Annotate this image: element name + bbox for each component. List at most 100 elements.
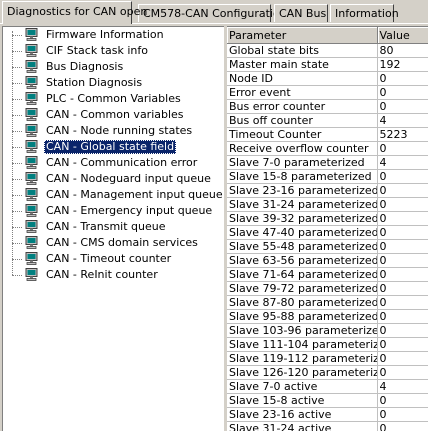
parameter-cell: Bus off counter bbox=[227, 113, 378, 128]
table-row[interactable]: Slave 7-0 active 4 bbox=[227, 379, 428, 394]
parameter-cell: Slave 23-16 active bbox=[227, 407, 378, 422]
table-row[interactable]: Bus error counter 0 bbox=[227, 99, 428, 114]
tree-item[interactable]: CAN - Node running states bbox=[12, 123, 217, 139]
tree-item[interactable]: CAN - Common variables bbox=[12, 107, 217, 123]
table-row[interactable]: Slave 111-104 parameterized 0 bbox=[227, 337, 428, 352]
parameter-cell: Slave 95-88 parameterized bbox=[227, 309, 378, 324]
table-row[interactable]: Slave 47-40 parameterized 0 bbox=[227, 225, 428, 240]
table-row[interactable]: Slave 23-16 parameterized 0 bbox=[227, 183, 428, 198]
computer-icon bbox=[25, 172, 38, 185]
tree-item[interactable]: Station Diagnosis bbox=[12, 75, 217, 91]
tree-branch-line bbox=[12, 115, 22, 116]
table-row[interactable]: Slave 15-8 active 0 bbox=[227, 393, 428, 408]
tree-item[interactable]: CAN - CMS domain services bbox=[12, 235, 217, 251]
computer-icon bbox=[25, 156, 38, 169]
tree-item[interactable]: CAN - Communication error bbox=[12, 155, 217, 171]
computer-icon bbox=[25, 108, 38, 121]
tree-branch-line bbox=[12, 227, 22, 228]
diagnostics-tree[interactable]: Firmware Information CIF Stack task info B… bbox=[2, 26, 224, 431]
tree-item[interactable]: PLC - Common Variables bbox=[12, 91, 217, 107]
table-row[interactable]: Master main state 192 bbox=[227, 57, 428, 72]
tab-information[interactable]: Information bbox=[330, 4, 399, 22]
header-row: Parameter Value bbox=[227, 27, 428, 44]
table-row[interactable]: Slave 79-72 parameterized 0 bbox=[227, 281, 428, 296]
value-cell: 0 bbox=[377, 281, 428, 296]
value-cell: 0 bbox=[377, 309, 428, 324]
value-cell: 0 bbox=[377, 253, 428, 268]
tree-item[interactable]: CAN - Global state field bbox=[12, 139, 217, 155]
value-cell: 0 bbox=[377, 351, 428, 366]
tree-item-label: PLC - Common Variables bbox=[46, 92, 181, 105]
tree-item-label: CAN - Emergency input queue bbox=[46, 204, 213, 217]
parameter-cell: Slave 31-24 active bbox=[227, 421, 378, 431]
table-row[interactable]: Slave 7-0 parameterized 4 bbox=[227, 155, 428, 170]
tree-item[interactable]: CAN - Emergency input queue bbox=[12, 203, 217, 219]
parameter-cell: Slave 39-32 parameterized bbox=[227, 211, 378, 226]
tree-item-label: CAN - Communication error bbox=[46, 156, 198, 169]
tree-branch-line bbox=[12, 179, 22, 180]
table-row[interactable]: Slave 119-112 parameterized 0 bbox=[227, 351, 428, 366]
tree-branch-line bbox=[12, 147, 22, 148]
table-row[interactable]: Receive overflow counter 0 bbox=[227, 141, 428, 156]
parameter-grid[interactable]: Parameter Value Global state bits 80 Maste… bbox=[227, 26, 428, 431]
parameter-cell: Slave 126-120 parameterized bbox=[227, 365, 378, 380]
tab-cm578-can-configuration[interactable]: CM578-CAN Configuration bbox=[138, 4, 287, 22]
parameter-cell: Bus error counter bbox=[227, 99, 378, 114]
tab-diagnostics-for-can-open[interactable]: Diagnostics for CAN open bbox=[2, 1, 147, 24]
computer-icon bbox=[25, 92, 38, 105]
tree-item[interactable]: CIF Stack task info bbox=[12, 43, 217, 59]
table-row[interactable]: Node ID 0 bbox=[227, 71, 428, 86]
table-row[interactable]: Slave 55-48 parameterized 0 bbox=[227, 239, 428, 254]
table-row[interactable]: Error event 0 bbox=[227, 85, 428, 100]
computer-icon bbox=[25, 236, 38, 249]
value-cell: 0 bbox=[377, 323, 428, 338]
tree-item[interactable]: CAN - ReInit counter bbox=[12, 267, 217, 283]
table-row[interactable]: Slave 71-64 parameterized 0 bbox=[227, 267, 428, 282]
table-row[interactable]: Bus off counter 4 bbox=[227, 113, 428, 128]
tree-item[interactable]: Firmware Information bbox=[12, 27, 217, 43]
parameter-cell: Slave 7-0 parameterized bbox=[227, 155, 378, 170]
parameter-cell: Node ID bbox=[227, 71, 378, 86]
table-row[interactable]: Slave 126-120 parameterized 0 bbox=[227, 365, 428, 380]
value-cell: 0 bbox=[377, 421, 428, 431]
tree-item-label: CAN - Nodeguard input queue bbox=[46, 172, 211, 185]
value-cell: 0 bbox=[377, 197, 428, 212]
tree-branch-line bbox=[12, 83, 22, 84]
tab-can-bus[interactable]: CAN Bus bbox=[274, 4, 328, 22]
table-row[interactable]: Slave 39-32 parameterized 0 bbox=[227, 211, 428, 226]
tree-item-label: Bus Diagnosis bbox=[46, 60, 124, 73]
tree-item-label: Firmware Information bbox=[46, 28, 164, 41]
value-cell: 0 bbox=[377, 141, 428, 156]
column-header-value[interactable]: Value bbox=[377, 27, 428, 44]
tree-item-label: CIF Stack task info bbox=[46, 44, 148, 57]
column-header-parameter[interactable]: Parameter bbox=[227, 27, 378, 44]
tree-item[interactable]: CAN - Nodeguard input queue bbox=[12, 171, 217, 187]
table-row[interactable]: Slave 31-24 active 0 bbox=[227, 421, 428, 431]
computer-icon bbox=[25, 140, 38, 153]
tree-branch-line bbox=[12, 131, 22, 132]
value-cell: 0 bbox=[377, 337, 428, 352]
value-cell: 5223 bbox=[377, 127, 428, 142]
value-cell: 0 bbox=[377, 85, 428, 100]
tab-bar: Diagnostics for CAN open CM578-CAN Confi… bbox=[0, 0, 428, 24]
table-row[interactable]: Slave 103-96 parameterized 0 bbox=[227, 323, 428, 338]
value-cell: 4 bbox=[377, 379, 428, 394]
table-row[interactable]: Slave 95-88 parameterized 0 bbox=[227, 309, 428, 324]
tree-item[interactable]: CAN - Transmit queue bbox=[12, 219, 217, 235]
tree-item-label: CAN - CMS domain services bbox=[46, 236, 198, 249]
parameter-cell: Slave 31-24 parameterized bbox=[227, 197, 378, 212]
tree-item-label: CAN - Node running states bbox=[46, 124, 193, 137]
table-row[interactable]: Slave 15-8 parameterized 0 bbox=[227, 169, 428, 184]
tree-item-label: CAN - Management input queue bbox=[46, 188, 223, 201]
table-row[interactable]: Slave 87-80 parameterized 0 bbox=[227, 295, 428, 310]
table-row[interactable]: Slave 31-24 parameterized 0 bbox=[227, 197, 428, 212]
table-row[interactable]: Global state bits 80 bbox=[227, 43, 428, 58]
parameter-cell: Slave 71-64 parameterized bbox=[227, 267, 378, 282]
tree-item[interactable]: Bus Diagnosis bbox=[12, 59, 217, 75]
table-row[interactable]: Slave 63-56 parameterized 0 bbox=[227, 253, 428, 268]
table-row[interactable]: Slave 23-16 active 0 bbox=[227, 407, 428, 422]
parameter-cell: Slave 119-112 parameterized bbox=[227, 351, 378, 366]
tree-item[interactable]: CAN - Timeout counter bbox=[12, 251, 217, 267]
tree-item[interactable]: CAN - Management input queue bbox=[12, 187, 223, 203]
table-row[interactable]: Timeout Counter 5223 bbox=[227, 127, 428, 142]
